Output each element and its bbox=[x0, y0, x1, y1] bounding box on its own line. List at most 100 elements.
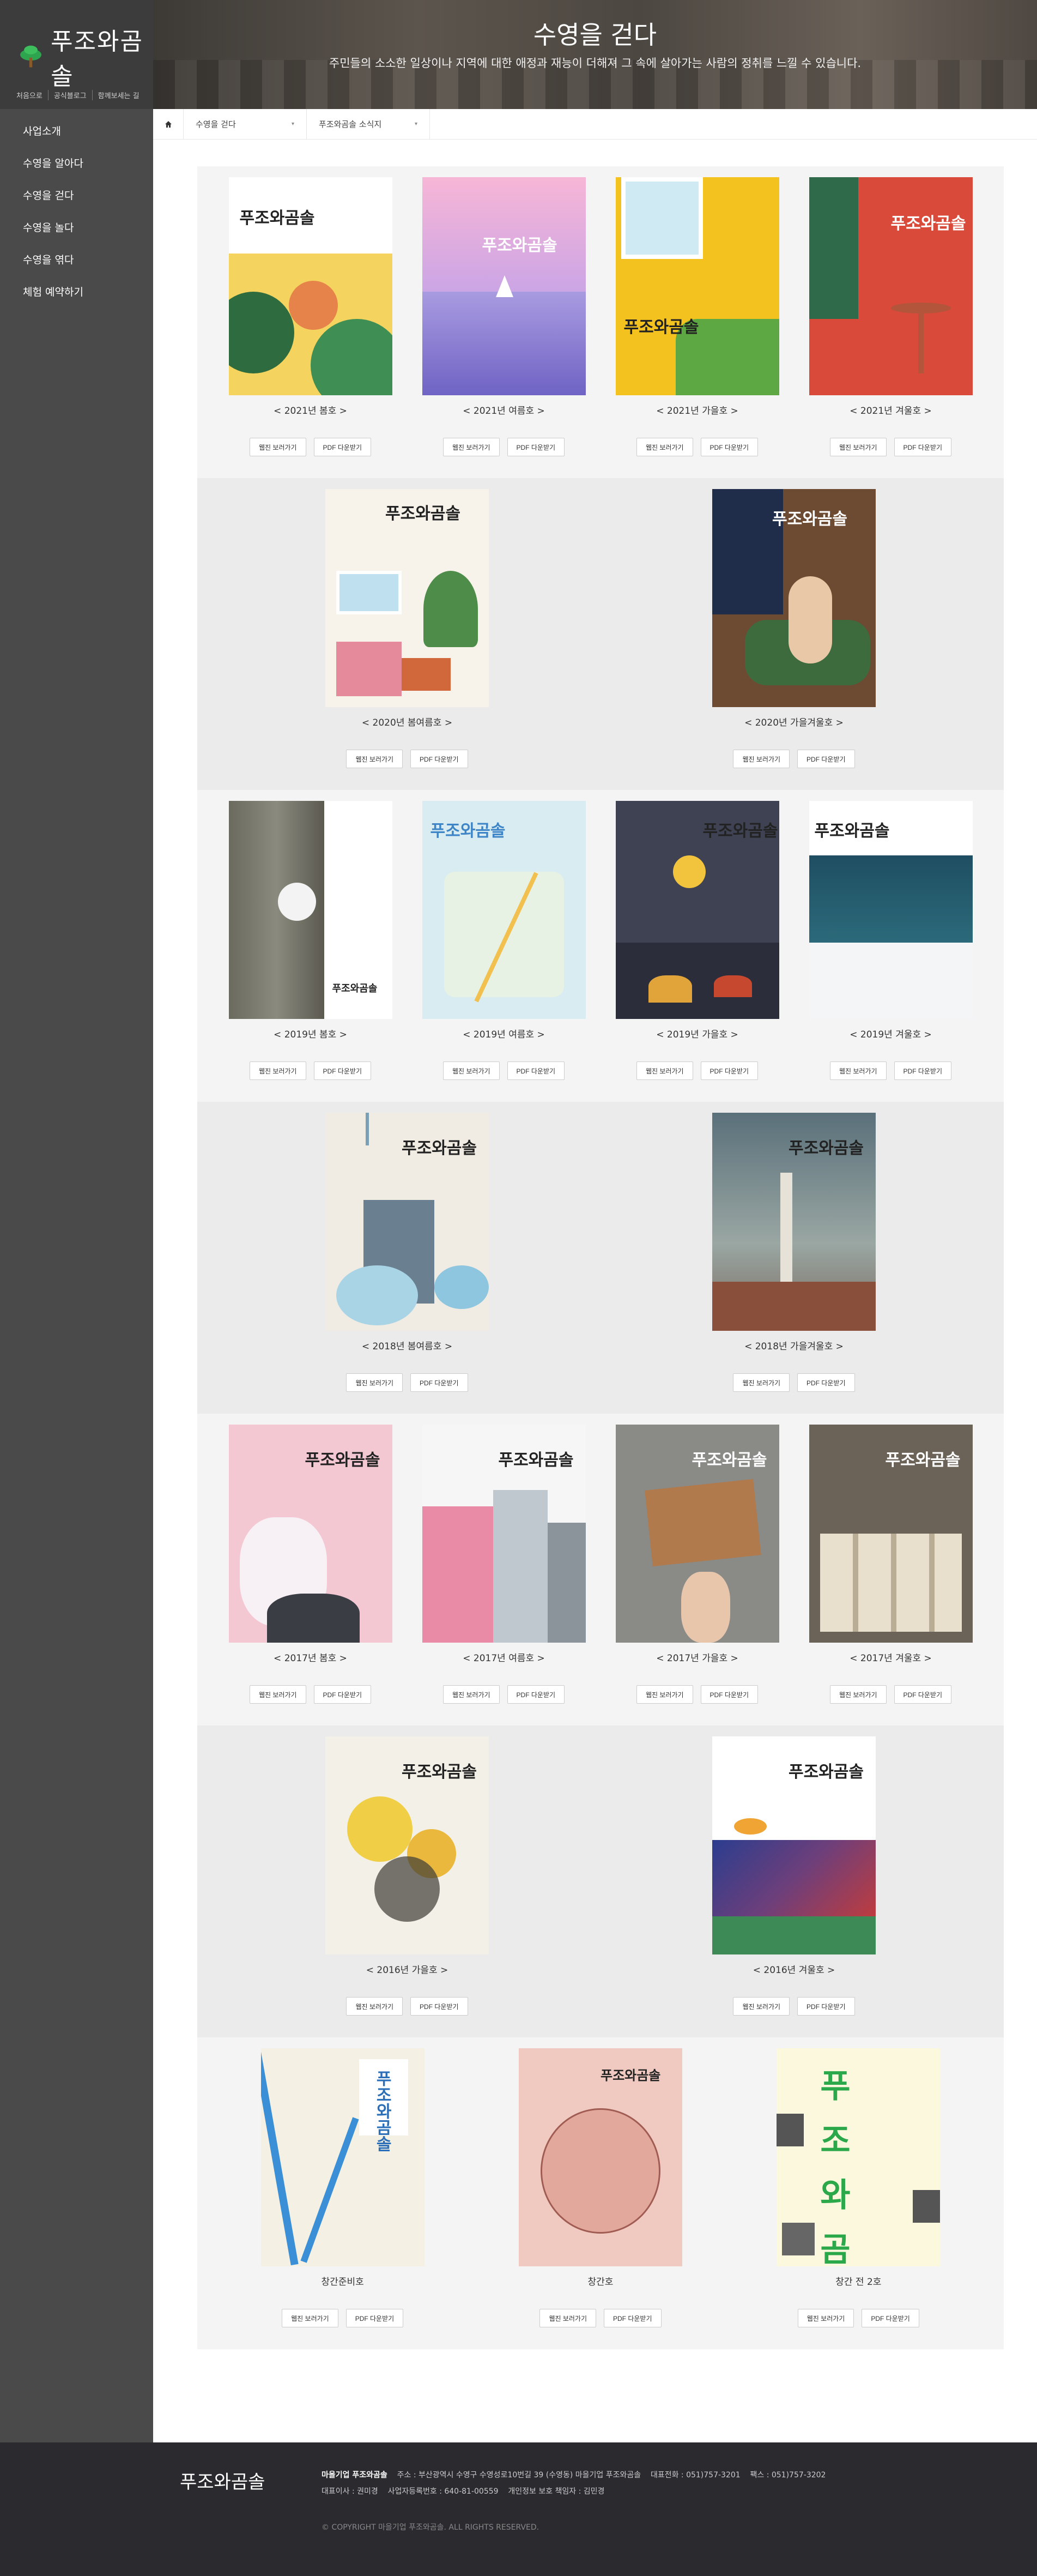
view-webzine-button[interactable]: 웹진 보러가기 bbox=[442, 438, 500, 456]
cover-image[interactable]: 푸조와곰솔 bbox=[712, 1736, 876, 1954]
top-link-together[interactable]: 함께보세는 길 bbox=[92, 90, 145, 100]
issue-buttons: 웹진 보러가기 PDF 다운받기 bbox=[636, 438, 759, 456]
view-webzine-button[interactable]: 웹진 보러가기 bbox=[346, 1373, 403, 1392]
cover-image[interactable]: 푸조와곰솔 bbox=[615, 801, 779, 1019]
issue-card-2016-autumn: 푸조와곰솔 < 2016년 가을호 > 웹진 보러가기 PDF 다운받기 bbox=[325, 1734, 489, 2037]
pdf-download-button[interactable]: PDF 다운받기 bbox=[894, 1061, 952, 1080]
view-webzine-button[interactable]: 웹진 보러가기 bbox=[829, 1061, 887, 1080]
pdf-download-button[interactable]: PDF 다운받기 bbox=[507, 1685, 565, 1704]
issue-row: 푸조와곰솔 < 2018년 봄여름호 > 웹진 보러가기 PDF 다운받기 푸조와곰솔 <… bbox=[197, 1102, 1004, 1414]
pdf-download-button[interactable]: PDF 다운받기 bbox=[345, 2309, 404, 2327]
menu-item-learn[interactable]: 수영을 알아다 bbox=[0, 147, 153, 179]
issue-row: 푸조와곰솔 창간준비호 웹진 보러가기 PDF 다운받기 푸조와곰솔 창간호 웹진 보러가기… bbox=[197, 2037, 1004, 2349]
cover-image[interactable]: 푸조와곰솔 bbox=[260, 2048, 424, 2266]
view-webzine-button[interactable]: 웹진 보러가기 bbox=[249, 1685, 306, 1704]
cover-image[interactable]: 푸조와곰솔 bbox=[809, 1425, 973, 1643]
pdf-download-button[interactable]: PDF 다운받기 bbox=[410, 750, 468, 768]
logo-text: 푸조와곰솔 bbox=[51, 28, 143, 91]
cover-image[interactable]: 푸조와곰솔 bbox=[325, 489, 489, 707]
cover-image[interactable]: 푸조와곰솔 bbox=[777, 2048, 941, 2266]
pdf-download-button[interactable]: PDF 다운받기 bbox=[797, 1997, 855, 2016]
pdf-download-button[interactable]: PDF 다운받기 bbox=[862, 2309, 919, 2327]
cover-image[interactable]: 푸조와곰솔 bbox=[228, 1425, 392, 1643]
cover-image[interactable]: 푸조와곰솔 bbox=[615, 177, 779, 395]
view-webzine-button[interactable]: 웹진 보러가기 bbox=[636, 1685, 693, 1704]
pdf-download-button[interactable]: PDF 다운받기 bbox=[894, 1685, 952, 1704]
sidebar-menu: 사업소개 수영을 알아다 수영을 걷다 수영을 놀다 수영을 엮다 체험 예약하… bbox=[0, 109, 153, 307]
view-webzine-button[interactable]: 웹진 보러가기 bbox=[733, 750, 790, 768]
view-webzine-button[interactable]: 웹진 보러가기 bbox=[282, 2309, 338, 2327]
cover-image[interactable]: 푸조와곰솔 bbox=[422, 177, 586, 395]
view-webzine-button[interactable]: 웹진 보러가기 bbox=[249, 1061, 306, 1080]
view-webzine-button[interactable]: 웹진 보러가기 bbox=[636, 438, 693, 456]
issue-card-2019-winter: 푸조와곰솔 < 2019년 겨울호 > 웹진 보러가기 PDF 다운받기 bbox=[809, 798, 973, 1102]
cover-image[interactable]: 푸조와곰솔 bbox=[228, 177, 392, 395]
cover-image[interactable]: 푸조와곰솔 bbox=[615, 1425, 779, 1643]
breadcrumb-level2[interactable]: 푸조와곰솔 소식지 ▾ bbox=[307, 108, 430, 140]
issue-buttons: 웹진 보러가기 PDF 다운받기 bbox=[733, 1373, 855, 1392]
home-icon[interactable] bbox=[153, 108, 184, 140]
cover-image[interactable]: 푸조와곰솔 bbox=[712, 1113, 876, 1331]
cover-image[interactable]: 푸조와곰솔 bbox=[712, 489, 876, 707]
issue-caption: < 2019년 여름호 > bbox=[463, 1029, 545, 1040]
cover-image[interactable]: 푸조와곰솔 bbox=[422, 801, 586, 1019]
footer-logo[interactable]: 푸조와곰솔 bbox=[180, 2467, 265, 2494]
issue-buttons: 웹진 보러가기 PDF 다운받기 bbox=[829, 438, 952, 456]
menu-item-reserve[interactable]: 체험 예약하기 bbox=[0, 275, 153, 307]
top-link-blog[interactable]: 공식블로그 bbox=[47, 90, 92, 100]
cover-image[interactable]: 푸조와곰솔 bbox=[809, 801, 973, 1019]
pdf-download-button[interactable]: PDF 다운받기 bbox=[797, 1373, 855, 1392]
issue-card-2017-winter: 푸조와곰솔 < 2017년 겨울호 > 웹진 보러가기 PDF 다운받기 bbox=[809, 1422, 973, 1726]
pdf-download-button[interactable]: PDF 다운받기 bbox=[410, 1997, 468, 2016]
view-webzine-button[interactable]: 웹진 보러가기 bbox=[442, 1685, 500, 1704]
issue-caption: < 2021년 가을호 > bbox=[656, 406, 738, 417]
cover-image[interactable]: 푸조와곰솔 bbox=[518, 2048, 682, 2266]
pdf-download-button[interactable]: PDF 다운받기 bbox=[894, 438, 952, 456]
issue-caption: < 2021년 겨울호 > bbox=[850, 406, 932, 417]
view-webzine-button[interactable]: 웹진 보러가기 bbox=[346, 750, 403, 768]
menu-item-play[interactable]: 수영을 놀다 bbox=[0, 211, 153, 243]
logo-area: 푸조와곰솔 처음으로 공식블로그 함께보세는 길 bbox=[0, 0, 153, 109]
pdf-download-button[interactable]: PDF 다운받기 bbox=[700, 1685, 759, 1704]
cover-brand: 푸조와곰솔 bbox=[820, 2067, 883, 2266]
menu-item-weave[interactable]: 수영을 엮다 bbox=[0, 243, 153, 275]
pdf-download-button[interactable]: PDF 다운받기 bbox=[313, 1061, 372, 1080]
view-webzine-button[interactable]: 웹진 보러가기 bbox=[829, 438, 887, 456]
breadcrumb-level1[interactable]: 수영을 걷다 ▾ bbox=[184, 108, 307, 140]
cover-image[interactable]: 푸조와곰솔 bbox=[422, 1425, 586, 1643]
pdf-download-button[interactable]: PDF 다운받기 bbox=[797, 750, 855, 768]
view-webzine-button[interactable]: 웹진 보러가기 bbox=[346, 1997, 403, 2016]
menu-item-about[interactable]: 사업소개 bbox=[0, 114, 153, 147]
cover-image[interactable]: 푸조와곰솔 bbox=[325, 1113, 489, 1331]
issue-buttons: 웹진 보러가기 PDF 다운받기 bbox=[797, 2309, 919, 2327]
cover-image[interactable]: 푸조와곰솔 bbox=[325, 1736, 489, 1954]
site-logo[interactable]: 푸조와곰솔 bbox=[16, 22, 153, 92]
pdf-download-button[interactable]: PDF 다운받기 bbox=[410, 1373, 468, 1392]
view-webzine-button[interactable]: 웹진 보러가기 bbox=[249, 438, 306, 456]
pdf-download-button[interactable]: PDF 다운받기 bbox=[604, 2309, 662, 2327]
issue-card-first-issue: 푸조와곰솔 창간호 웹진 보러가기 PDF 다운받기 bbox=[518, 2046, 682, 2349]
pdf-download-button[interactable]: PDF 다운받기 bbox=[507, 438, 565, 456]
view-webzine-button[interactable]: 웹진 보러가기 bbox=[636, 1061, 693, 1080]
cover-image[interactable]: 푸조와곰솔 bbox=[809, 177, 973, 395]
view-webzine-button[interactable]: 웹진 보러가기 bbox=[539, 2309, 597, 2327]
view-webzine-button[interactable]: 웹진 보러가기 bbox=[733, 1373, 790, 1392]
menu-item-walk[interactable]: 수영을 걷다 bbox=[0, 179, 153, 211]
pdf-download-button[interactable]: PDF 다운받기 bbox=[507, 1061, 565, 1080]
issue-card-2019-spring: 푸조와곰솔 < 2019년 봄호 > 웹진 보러가기 PDF 다운받기 bbox=[228, 798, 392, 1102]
pdf-download-button[interactable]: PDF 다운받기 bbox=[313, 438, 372, 456]
issue-buttons: 웹진 보러가기 PDF 다운받기 bbox=[636, 1685, 759, 1704]
issue-card-2018-autumn-winter: 푸조와곰솔 < 2018년 가을겨울호 > 웹진 보러가기 PDF 다운받기 bbox=[712, 1110, 876, 1414]
pdf-download-button[interactable]: PDF 다운받기 bbox=[700, 438, 759, 456]
view-webzine-button[interactable]: 웹진 보러가기 bbox=[829, 1685, 887, 1704]
issue-caption: 창간준비호 bbox=[321, 2277, 364, 2288]
pdf-download-button[interactable]: PDF 다운받기 bbox=[700, 1061, 759, 1080]
top-link-home[interactable]: 처음으로 bbox=[16, 90, 48, 100]
footer-bizno: 사업자등록번호 : 640-81-00559 bbox=[387, 2487, 499, 2496]
issue-caption: < 2019년 가을호 > bbox=[656, 1029, 738, 1040]
view-webzine-button[interactable]: 웹진 보러가기 bbox=[442, 1061, 500, 1080]
pdf-download-button[interactable]: PDF 다운받기 bbox=[313, 1685, 372, 1704]
view-webzine-button[interactable]: 웹진 보러가기 bbox=[733, 1997, 790, 2016]
cover-image[interactable]: 푸조와곰솔 bbox=[228, 801, 392, 1019]
view-webzine-button[interactable]: 웹진 보러가기 bbox=[797, 2309, 854, 2327]
